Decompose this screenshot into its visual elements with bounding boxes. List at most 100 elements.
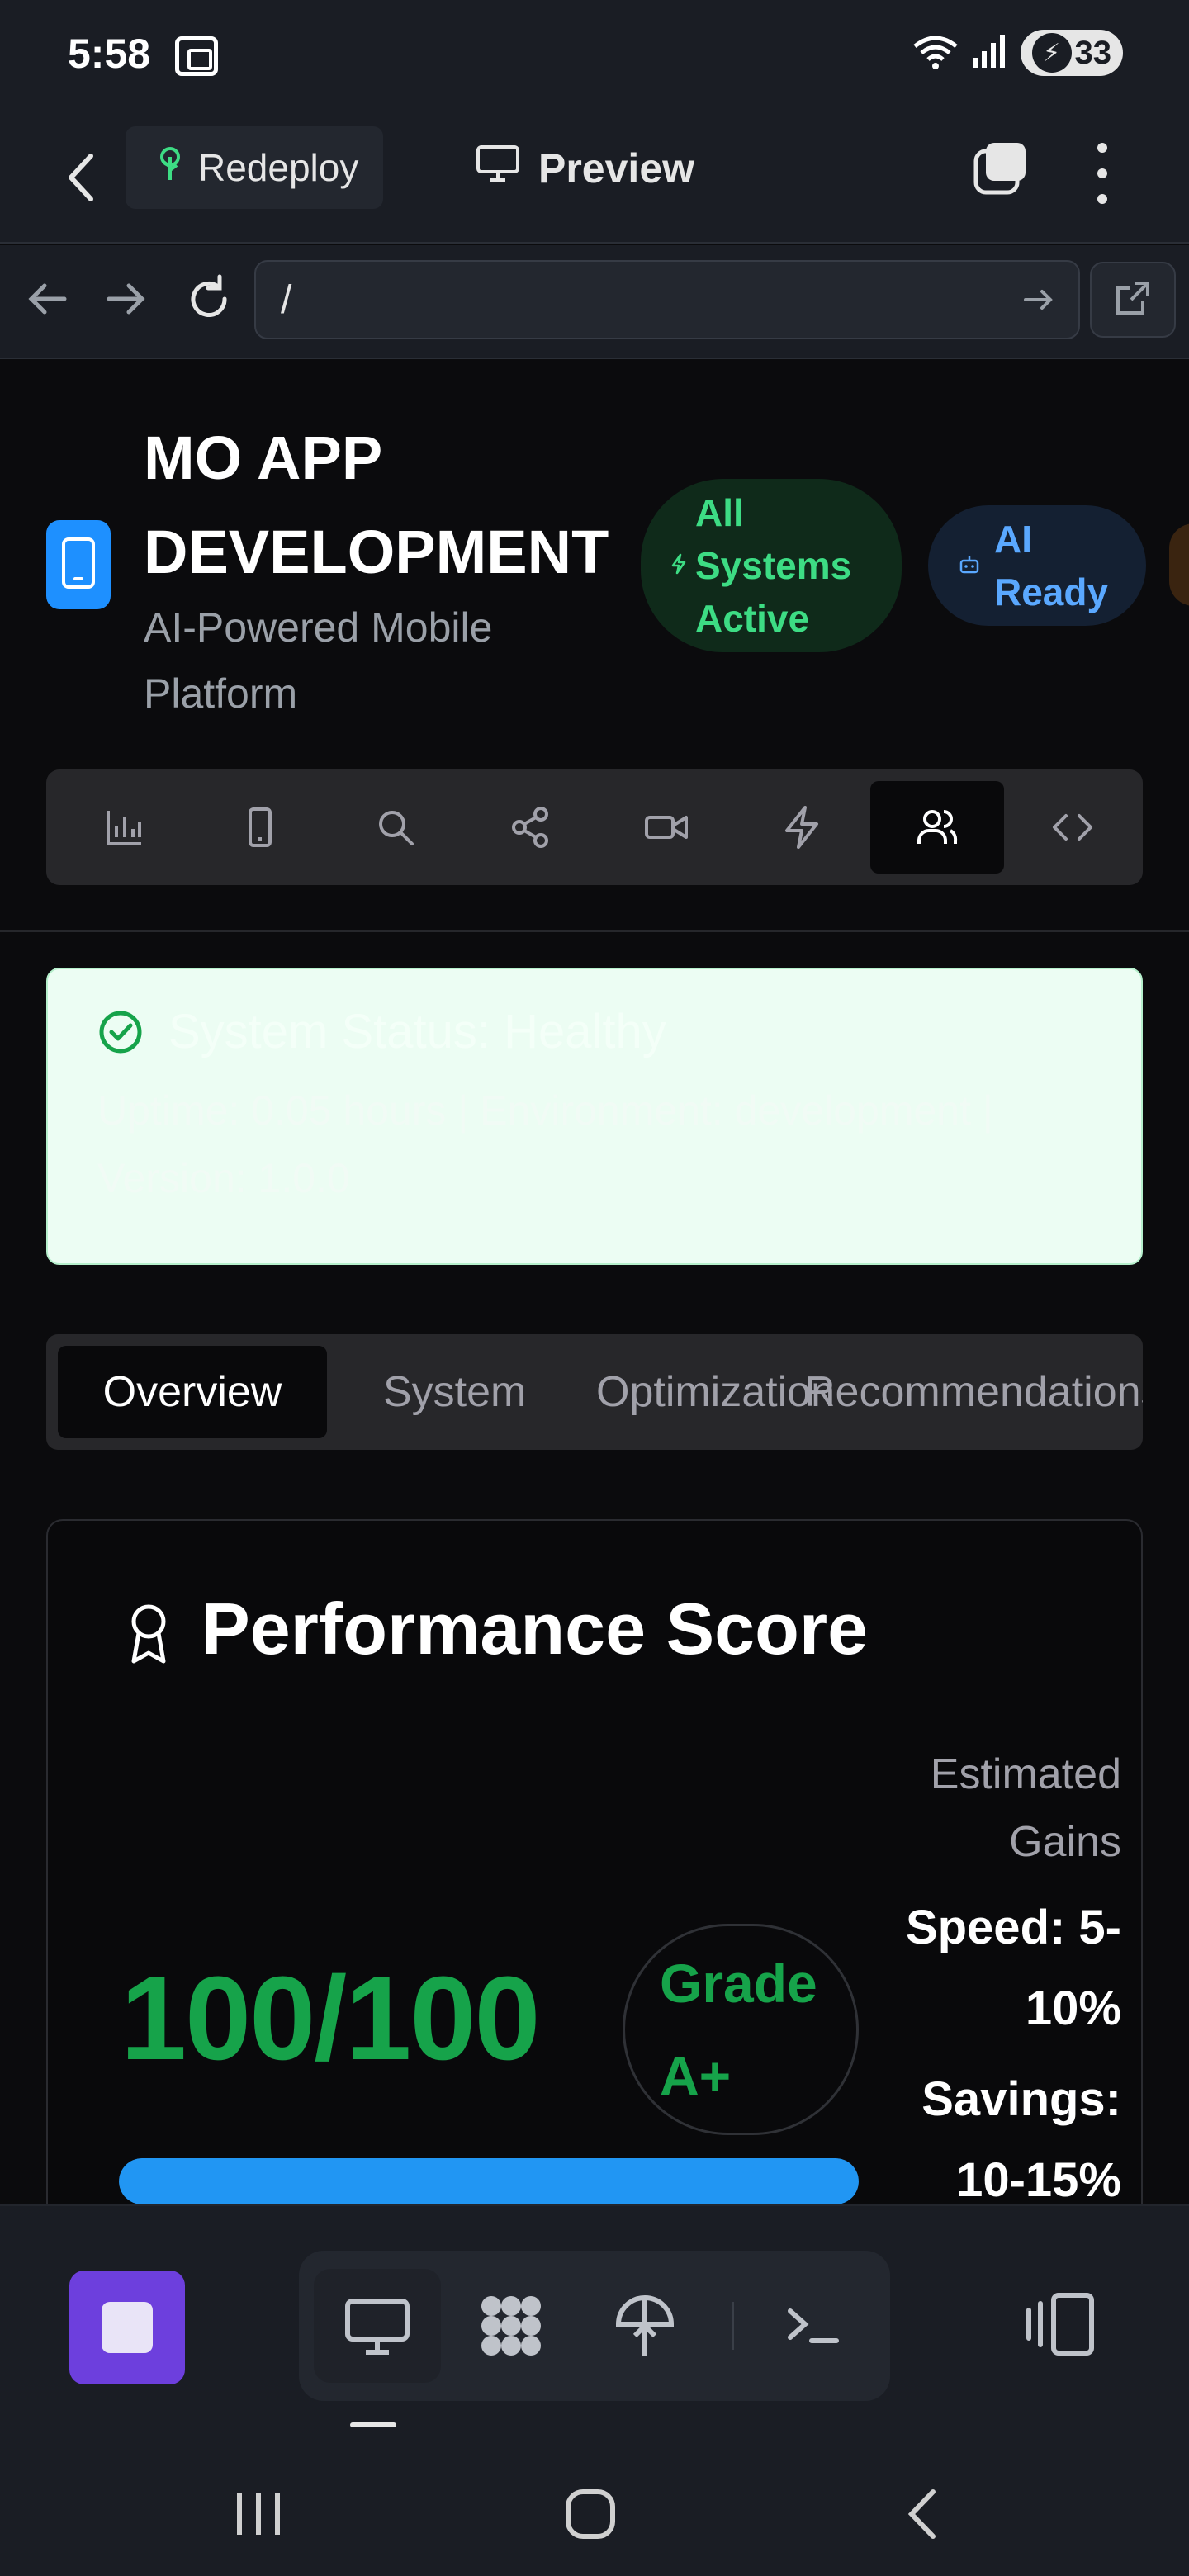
badge-text: Active (695, 597, 810, 640)
speed-gain: Speed: 5- 10% (857, 1887, 1121, 2049)
smartphone-icon (249, 807, 272, 847)
tab-video[interactable] (599, 781, 733, 874)
charging-icon: ⚡ (1031, 33, 1072, 73)
app-logo (46, 520, 111, 609)
score-progress-fill (119, 2158, 859, 2204)
award-icon (124, 1600, 173, 1666)
bot-icon (958, 552, 981, 580)
dock-preview[interactable] (314, 2269, 441, 2383)
gains-label: Estimated Gains (857, 1740, 1121, 1876)
ai-ready-badge: AI Ready (928, 505, 1146, 626)
savings-gain: Savings: 10-15% (857, 2059, 1121, 2221)
app-title-line: DEVELOPMENT (144, 518, 609, 586)
tab-overview[interactable]: Overview (58, 1346, 327, 1438)
status-detail: Uptime: 0.05 hours | Environment: develo… (97, 1087, 993, 1201)
score-progress-bar (119, 2158, 859, 2204)
lightning-icon (785, 806, 818, 849)
savings-gain-line: Savings: (921, 2072, 1121, 2126)
dashboard-tabs: Overview System Optimization Recommendat… (46, 1334, 1143, 1450)
bottom-dock (0, 2204, 1189, 2452)
redeploy-label: Redeploy (198, 146, 359, 189)
tab-code[interactable] (1006, 781, 1139, 874)
tab-search[interactable] (329, 781, 462, 874)
tab-system[interactable]: System (383, 1346, 526, 1438)
grade-badge: Grade A+ (623, 1924, 859, 2135)
redeploy-button[interactable]: Redeploy (126, 126, 384, 209)
performance-title: Performance Score (201, 1588, 869, 1669)
app-subtitle: AI-Powered Mobile Platform (144, 594, 573, 727)
smartphone-icon (60, 536, 97, 594)
estimated-gains: Estimated Gains Speed: 5- 10% Savings: 1… (857, 1740, 1121, 2221)
app-subtitle-line: AI-Powered Mobile (144, 604, 493, 651)
dock-workspace[interactable] (448, 2269, 575, 2383)
url-input[interactable]: / (254, 260, 1080, 339)
dock-active-indicator (350, 2422, 396, 2427)
battery-indicator: ⚡ 33 (1020, 30, 1123, 76)
grade-value: A+ (660, 2045, 732, 2106)
dock-separator (732, 2302, 734, 2350)
speed-gain-line: 10% (1025, 1982, 1121, 2035)
stop-button[interactable] (69, 2271, 185, 2384)
system-status-card: System Status: Healthy Uptime: 0.05 hour… (46, 968, 1143, 1265)
grade-label: Grade (660, 1953, 817, 2014)
more-options-button[interactable] (1082, 136, 1123, 211)
external-link-icon (1115, 280, 1151, 320)
home-icon[interactable] (553, 2477, 628, 2551)
preview-tab[interactable]: Preview (476, 144, 694, 192)
gains-label-line: Estimated (930, 1750, 1121, 1798)
open-external-button[interactable] (1090, 262, 1176, 338)
code-icon (1053, 814, 1092, 841)
tab-mobile[interactable] (193, 781, 327, 874)
tab-switcher-button[interactable] (971, 141, 1029, 199)
badge-text: AI (994, 518, 1032, 561)
signal-icon (971, 33, 1007, 73)
badge-text: Ready (994, 571, 1109, 613)
recent-apps-icon[interactable] (221, 2477, 296, 2551)
tab-share[interactable] (464, 781, 598, 874)
section-divider (0, 930, 1189, 932)
tab-performance[interactable] (735, 781, 869, 874)
wifi-icon (912, 35, 958, 71)
performance-score: 100/100 (121, 1952, 541, 2085)
lightning-icon (670, 553, 687, 579)
app-title: MO APP DEVELOPMENT (144, 411, 639, 599)
tab-optimization[interactable]: Optimization (596, 1346, 835, 1438)
badge-text: All (695, 491, 744, 534)
users-icon (917, 810, 958, 844)
dock-terminal[interactable] (750, 2269, 877, 2383)
screenshot-notification-icon (175, 36, 218, 76)
stop-icon (102, 2302, 153, 2353)
status-bar: 5:58 ⚡ 33 (0, 0, 1189, 111)
search-icon (379, 811, 414, 845)
check-circle-icon (97, 1009, 144, 1055)
tab-analytics[interactable] (58, 781, 192, 874)
battery-level: 33 (1074, 34, 1112, 71)
nav-forward-arrow-icon[interactable] (97, 270, 155, 328)
panel-toggle-button[interactable] (1022, 2285, 1101, 2365)
badge-text: Systems (695, 544, 852, 587)
reload-icon[interactable] (180, 270, 238, 328)
monitor-icon (476, 144, 520, 192)
go-arrow-icon[interactable] (1021, 282, 1057, 318)
monitor-icon (345, 2299, 410, 2355)
app-title-line: MO APP (144, 424, 383, 492)
app-subtitle-line: Platform (144, 670, 298, 717)
back-button[interactable] (58, 144, 107, 211)
speed-gain-line: Speed: 5- (905, 1901, 1121, 1954)
deploy-icon (615, 2295, 675, 2356)
nav-back-arrow-icon[interactable] (18, 270, 76, 328)
system-back-icon[interactable] (887, 2477, 961, 2551)
deploy-tree-icon (155, 145, 185, 191)
status-title: System Status: Healthy (168, 1005, 666, 1058)
pattern-icon (481, 2296, 541, 2356)
tab-team[interactable] (870, 781, 1004, 874)
url-value: / (281, 277, 292, 322)
dock-deploy[interactable] (581, 2269, 708, 2383)
status-icons: ⚡ 33 (912, 30, 1123, 76)
bar-chart-icon (107, 811, 141, 845)
tab-recommendations[interactable]: Recommendations (804, 1346, 1143, 1438)
share-icon (512, 807, 548, 848)
system-navigation-bar (0, 2452, 1189, 2576)
preview-label: Preview (538, 145, 695, 192)
terminal-icon (788, 2308, 839, 2343)
